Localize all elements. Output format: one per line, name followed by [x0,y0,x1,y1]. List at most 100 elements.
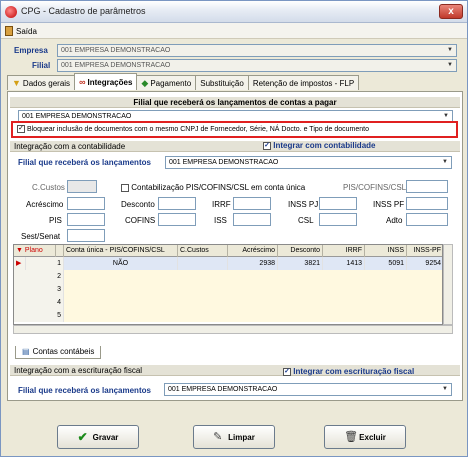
cell-ccustos[interactable] [178,257,228,270]
tab-dados-gerais[interactable]: ▼ Dados gerais [7,75,76,90]
tab-label: Dados gerais [22,78,71,88]
grid-col-conta[interactable]: Conta única - PIS/COFINS/CSL [64,245,178,257]
tab-contas-contabeis[interactable]: ▤ Contas contábeis [15,346,102,359]
integrar-contabilidade-checkbox[interactable]: ✓ [263,141,271,150]
chevron-down-icon: ▼ [447,47,453,53]
tab-retencao[interactable]: Retenção de impostos - FLP [247,75,360,90]
pis-cofins-csl-input[interactable] [406,180,448,193]
csl-input[interactable] [319,213,357,226]
cell-desconto[interactable]: 3821 [278,257,323,270]
grid-col-plano[interactable]: ▼ Plano [14,245,56,257]
tab-strip: ▼ Dados gerais ∞ Integrações ◆ Pagamento… [7,73,360,91]
row-cells[interactable] [64,270,442,283]
tab-integracoes[interactable]: ∞ Integrações [74,73,138,90]
tab-label: Substituição [200,78,244,88]
integrar-fiscal-row[interactable]: ✓ Integrar com escrituração fiscal [283,367,414,376]
main-window: CPG - Cadastro de parâmetros x Saída Emp… [0,0,468,457]
grid-vertical-scrollbar[interactable] [443,244,453,325]
row-number: 4 [14,296,64,309]
eraser-icon: ✎ [213,430,223,443]
table-row[interactable]: 2 [14,270,442,283]
chevron-down-icon: ▼ [442,386,448,392]
contas-grid[interactable]: ▼ Plano Conta única - PIS/COFINS/CSL C.C… [13,244,443,325]
grid-col-sep [56,245,64,257]
row-number: 2 [14,270,64,283]
filial-select[interactable]: 001 EMPRESA DEMONSTRACAO ▼ [57,59,457,72]
contabilizacao-checkbox[interactable] [121,183,129,192]
adto-label: Adto [386,216,403,225]
gravar-button[interactable]: ✔ Gravar [57,425,139,449]
fiscal-header-label: Integração com a escrituração fiscal [14,366,143,375]
menu-saida-label: Saída [16,26,37,36]
tab-substituicao[interactable]: Substituição [195,75,249,90]
app-logo-icon [5,6,17,18]
cell-inss[interactable]: 5091 [365,257,407,270]
adto-input[interactable] [406,213,448,226]
iss-input[interactable] [233,213,271,226]
cell-inss-pf[interactable]: 9254 [407,257,442,270]
menu-bar: Saída [1,23,467,39]
section-contabilidade-header: Integração com a contabilidade [10,141,460,152]
table-row[interactable]: 4 [14,296,442,309]
integrar-contabilidade-label: Integrar com contabilidade [273,141,376,150]
menu-saida[interactable]: Saída [5,25,37,37]
acrescimo-input[interactable] [67,197,105,210]
pis-input[interactable] [67,213,105,226]
chevron-down-icon: ▼ [443,113,449,119]
bloquear-label: Bloquear inclusão de documentos com o me… [26,125,369,133]
section-filial-header: Filial que receberá os lançamentos de co… [10,97,460,108]
bloquear-checkbox[interactable]: ✓ [17,125,25,133]
fiscal-filial-select[interactable]: 001 EMPRESA DEMONSTRACAO ▼ [164,383,452,396]
integrar-fiscal-checkbox[interactable]: ✓ [283,367,291,376]
contab-filial-label: Filial que receberá os lançamentos [18,158,151,167]
inss-pj-input[interactable] [319,197,357,210]
trash-icon: 🗑 [344,430,359,443]
sest-senat-input[interactable] [67,229,105,242]
grid-col-inss[interactable]: INSS [365,245,407,257]
integrar-fiscal-label: Integrar com escrituração fiscal [293,367,415,376]
contab-filial-value: 001 EMPRESA DEMONSTRACAO [169,159,279,166]
book-icon: ▤ [22,347,30,356]
tab-label: Integrações [87,77,133,87]
empresa-value: 001 EMPRESA DEMONSTRACAO [61,47,171,54]
tab-pagamento[interactable]: ◆ Pagamento [136,75,197,90]
limpar-button[interactable]: ✎ Limpar [193,425,275,449]
bloquear-checkbox-row[interactable]: ✓ Bloquear inclusão de documentos com o … [17,125,369,133]
contabilizacao-row[interactable]: Contabilização PIS/COFINS/CSL em conta ú… [121,183,305,192]
cofins-label: COFINS [125,216,156,225]
cofins-input[interactable] [158,213,196,226]
row-cells[interactable] [64,296,442,309]
filial-label: Filial [32,61,51,70]
table-row[interactable]: 3 [14,283,442,296]
inss-pj-label: INSS PJ [288,200,319,209]
excluir-button[interactable]: 🗑 Excluir [324,425,406,449]
integrar-contabilidade-row[interactable]: ✓ Integrar com contabilidade [263,141,375,150]
csl-label: CSL [298,216,314,225]
table-row[interactable]: ▶ 1 NÃO 2938 3821 1413 5091 9254 [14,257,442,270]
row-number: 3 [14,283,64,296]
close-button[interactable]: x [439,4,463,19]
desconto-input[interactable] [158,197,196,210]
empresa-select[interactable]: 001 EMPRESA DEMONSTRACAO ▼ [57,44,457,57]
fiscal-filial-label: Filial que receberá os lançamentos [18,386,151,395]
fiscal-filial-value: 001 EMPRESA DEMONSTRACAO [168,386,278,393]
inss-pf-input[interactable] [406,197,448,210]
grid-col-inss-pf[interactable]: INSS-PF [407,245,442,257]
grid-horizontal-scrollbar[interactable] [13,325,453,334]
ccustos-input[interactable] [67,180,97,193]
table-row[interactable]: 5 [14,309,442,322]
cell-conta[interactable]: NÃO [64,257,178,270]
row-cells[interactable] [64,283,442,296]
grid-col-irrf[interactable]: IRRF [323,245,365,257]
row-cells[interactable] [64,309,442,322]
cell-acrescimo[interactable]: 2938 [228,257,278,270]
grid-col-acrescimo[interactable]: Acréscimo [228,245,278,257]
grid-col-desconto[interactable]: Desconto [278,245,323,257]
filial-contas-pagar-value: 001 EMPRESA DEMONSTRACAO [22,113,132,120]
grid-col-ccustos[interactable]: C.Custos [178,245,228,257]
cell-irrf[interactable]: 1413 [323,257,365,270]
chevron-down-icon: ▼ [447,62,453,68]
contab-filial-select[interactable]: 001 EMPRESA DEMONSTRACAO ▼ [165,156,452,169]
title-bar: CPG - Cadastro de parâmetros x [1,1,467,23]
irrf-input[interactable] [233,197,271,210]
